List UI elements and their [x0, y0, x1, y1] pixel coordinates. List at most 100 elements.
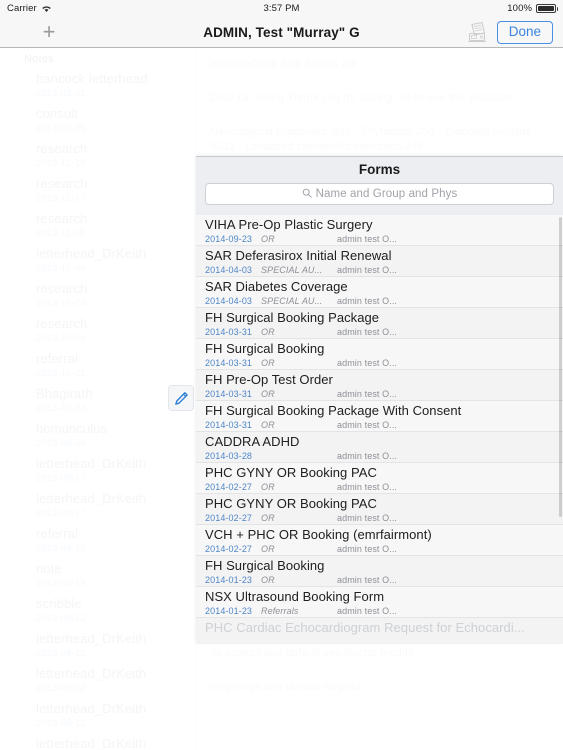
note-date: 2013-09-24	[36, 438, 86, 449]
form-author: admin test O...	[337, 544, 398, 554]
form-author: admin test O...	[337, 296, 398, 306]
list-item[interactable]: consult 2014-02-25	[0, 104, 195, 139]
editor-text: no prompt and default yes fax/zip modify	[210, 647, 414, 659]
table-row[interactable]: FH Surgical Booking 2014-01-23 OR admin tes…	[196, 556, 563, 587]
list-item[interactable]: research 2013-10-04	[0, 314, 195, 349]
form-title: PHC GYNY OR Booking PAC	[205, 496, 377, 511]
form-date: 2014-02-27	[205, 544, 253, 554]
note-date: 2013-08-19	[36, 578, 86, 589]
list-item[interactable]: research 2013-12-18	[0, 139, 195, 174]
form-meta: 2014-01-23 OR admin test O...	[205, 574, 563, 586]
form-author: admin test O...	[337, 265, 398, 275]
editor-text: no prompt and default no print	[210, 681, 362, 693]
table-row[interactable]: VIHA Pre-Op Plastic Surgery 2014-09-23 OR a…	[196, 215, 563, 246]
note-date: 2013-08-12	[36, 683, 86, 694]
note-title: referral	[36, 351, 78, 366]
form-author: admin test O...	[337, 420, 398, 430]
table-row[interactable]: CADDRA ADHD 2014-03-28 admin test O...	[196, 432, 563, 463]
table-row[interactable]: PHC GYNY OR Booking PAC 2014-02-27 OR admin…	[196, 463, 563, 494]
list-item[interactable]: letterhead_DrKeith 2013-09-17	[0, 489, 195, 524]
note-title: consult	[36, 106, 78, 121]
forms-list-scrollbar[interactable]	[559, 217, 562, 517]
fax-machine-icon[interactable]	[465, 21, 491, 45]
table-row[interactable]: PHC GYNY OR Booking PAC 2014-02-27 OR admin…	[196, 494, 563, 525]
form-group: OR	[261, 234, 275, 244]
list-item[interactable]: letterhead_DrKeith 2013-10-04	[0, 244, 195, 279]
form-date: 2014-03-31	[205, 358, 253, 368]
form-author: admin test O...	[337, 482, 398, 492]
form-date: 2014-02-27	[205, 482, 253, 492]
table-row[interactable]: FH Pre-Op Test Order 2014-03-31 OR admin te…	[196, 370, 563, 401]
list-item[interactable]: homunculus 2013-09-24	[0, 419, 195, 454]
form-author: admin test O...	[337, 389, 398, 399]
note-date: 2013-09-17	[36, 508, 86, 519]
list-item[interactable]: letterhead_DrKeith2013-08-12	[0, 734, 195, 750]
form-author: admin test O...	[337, 513, 398, 523]
list-item[interactable]: hancock letterhead 2014-03-31	[0, 69, 195, 104]
form-meta: 2014-03-31 OR admin test O...	[205, 419, 563, 431]
table-row[interactable]: SAR Deferasirox Initial Renewal 2014-04-0…	[196, 246, 563, 277]
search-icon	[302, 185, 312, 203]
note-title: scribble	[36, 596, 82, 611]
table-row[interactable]: PHC Cardiac Echocardiogram Request for E…	[196, 618, 563, 644]
forms-list[interactable]: VIHA Pre-Op Plastic Surgery 2014-09-23 OR a…	[196, 215, 563, 644]
form-date: 2014-01-23	[205, 606, 253, 616]
search-input[interactable]: Name and Group and Phys	[316, 188, 458, 200]
note-date: 2013-10-04	[36, 333, 86, 344]
table-row[interactable]: FH Surgical Booking 2014-03-31 OR admin tes…	[196, 339, 563, 370]
note-date: 2013-10-04	[36, 263, 86, 274]
list-item[interactable]: letterhead_DrKeith2013-08-12	[0, 699, 195, 734]
done-button[interactable]: Done	[496, 21, 553, 44]
form-meta: 2014-02-27 OR admin test O...	[205, 512, 563, 524]
list-item[interactable]: scribble 2013-08-12	[0, 594, 195, 629]
note-title: letterhead_DrKeith	[36, 701, 147, 716]
form-group: SPECIAL AU...	[261, 265, 323, 275]
note-title: hancock letterhead	[36, 71, 148, 86]
form-group: OR	[261, 327, 275, 337]
editor-text-block: Dear Dr. Wang Thank you for asking me to…	[196, 82, 563, 116]
forms-search-bar[interactable]: Name and Group and Phys	[205, 183, 554, 205]
table-row[interactable]: SAR Diabetes Coverage 2014-04-03 SPECIAL A…	[196, 277, 563, 308]
table-row[interactable]: FH Surgical Booking Package With Consent…	[196, 401, 563, 432]
form-meta: 2014-03-31 OR admin test O...	[205, 388, 563, 400]
form-group: SPECIAL AU...	[261, 296, 323, 306]
form-title: FH Surgical Booking	[205, 558, 325, 573]
forms-search-container: Name and Group and Phys	[196, 181, 563, 212]
form-title: NSX Ultrasound Booking Form	[205, 589, 385, 604]
list-item[interactable]: letterhead_DrKeith 2013-09-17	[0, 454, 195, 489]
note-date: 2013-09-12	[36, 543, 86, 554]
notes-list[interactable]: hancock letterhead 2014-03-31 consult 2014-…	[0, 69, 195, 750]
form-title: CADDRA ADHD	[205, 434, 300, 449]
list-item[interactable]: note 2013-08-19	[0, 559, 195, 594]
forms-modal-title: Forms	[196, 157, 563, 181]
list-item[interactable]: letterhead_DrKeith2013-08-12	[0, 664, 195, 699]
note-title: letterhead_DrKeith	[36, 631, 147, 646]
form-author: admin test O...	[337, 575, 398, 585]
note-title: referral	[36, 526, 78, 541]
form-author: admin test O...	[337, 327, 398, 337]
pencil-edit-icon[interactable]	[168, 385, 194, 411]
note-date: 2013-10-04	[36, 298, 86, 309]
list-item[interactable]: research 2013-12-17	[0, 174, 195, 209]
form-date: 2014-09-23	[205, 234, 253, 244]
form-meta: 2014-03-28 admin test O...	[205, 450, 563, 462]
list-item[interactable]: research 2013-10-04	[0, 279, 195, 314]
status-bar: Carrier 3:57 PM 100%	[0, 0, 563, 16]
notes-sidebar[interactable]: Notes hancock letterhead 2014-03-31 consul…	[0, 48, 196, 750]
note-date: 2013-10-01	[36, 368, 86, 379]
table-row[interactable]: NSX Ultrasound Booking Form 2014-01-23 Ref…	[196, 587, 563, 618]
list-item[interactable]: Bhagirath 2013-09-24	[0, 384, 195, 419]
forms-modal[interactable]: Forms Name and Group and Phys VIHA Pre-O…	[196, 156, 563, 644]
editor-text: asdfasfafasdf asdf asdfas afff	[210, 58, 358, 70]
table-row[interactable]: VCH + PHC OR Booking (emrfairmont) 2014-0…	[196, 525, 563, 556]
form-author: admin test O...	[337, 606, 398, 616]
note-date: 2013-08-12	[36, 648, 86, 659]
list-item[interactable]: letterhead_DrKeith 2013-08-12	[0, 629, 195, 664]
list-item[interactable]: referral 2013-10-01	[0, 349, 195, 384]
form-author: admin test O...	[337, 358, 398, 368]
form-group: OR	[261, 389, 275, 399]
form-title: FH Surgical Booking	[205, 341, 325, 356]
list-item[interactable]: referral 2013-09-12	[0, 524, 195, 559]
table-row[interactable]: FH Surgical Booking Package 2014-03-31 OR a…	[196, 308, 563, 339]
list-item[interactable]: research 2013-11-08	[0, 209, 195, 244]
